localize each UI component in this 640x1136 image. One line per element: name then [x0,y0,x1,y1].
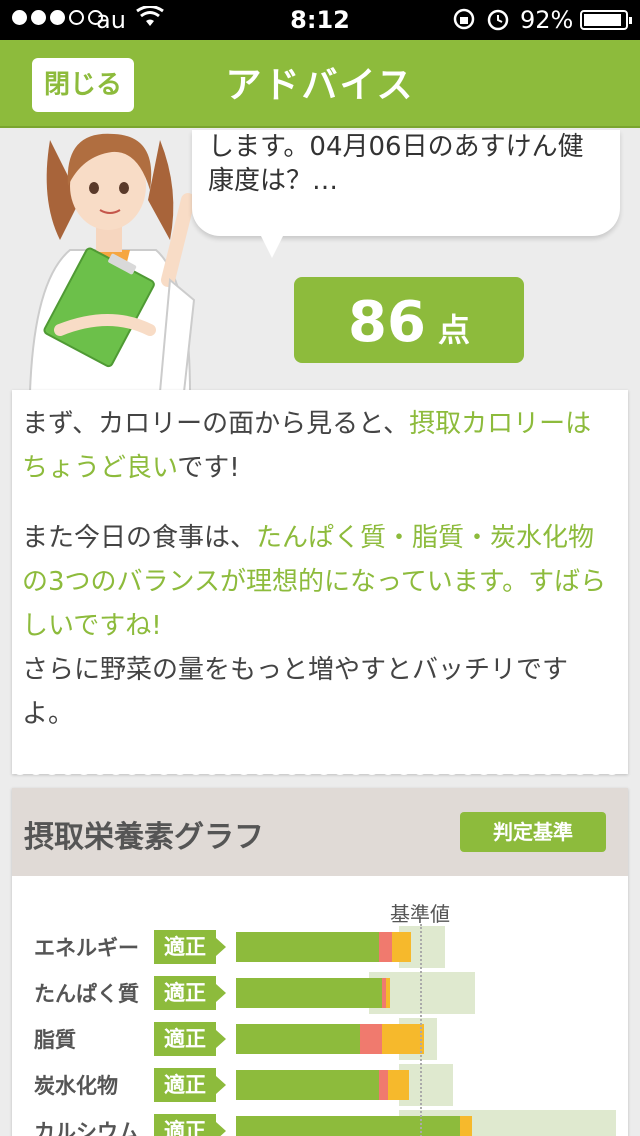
status-bar: au 8:12 92% [0,0,640,40]
nutrient-bar-track [236,1110,616,1136]
navigation-bar: 閉じる アドバイス [0,40,640,128]
advice-card-bottom-edge [12,770,628,775]
excess-bar-orange [460,1116,472,1136]
score-unit: 点 [437,311,470,349]
score-badge: 86 点 [294,277,524,363]
reference-label: 基準値 [390,902,450,926]
nutrient-label: エネルギー [34,936,139,960]
intake-bar [236,932,379,962]
status-badge: 適正 [154,1114,226,1136]
status-badge: 適正 [154,976,226,1010]
nutrient-label: たんぱく質 [34,982,139,1006]
excess-bar-orange [388,1070,409,1100]
lock-rotation-icon [453,8,509,31]
graph-header: 摂取栄養素グラフ 判定基準 [12,788,628,876]
page-title: アドバイス [225,65,415,106]
advice-text: また今日の食事は、 [22,523,257,553]
intake-bar [236,1070,379,1100]
speech-bubble: します。04月06日のあすけん健 康度は？… [192,130,620,236]
excess-bar-orange [382,1024,425,1054]
status-badge: 適正 [154,1068,226,1102]
nutrient-row: 脂質 適正 [12,1018,628,1060]
excess-bar-red [378,1070,388,1100]
intake-bar [236,978,383,1008]
nutritionist-illustration [28,133,196,392]
excess-bar-red [378,932,392,962]
nutrient-label: カルシウム [34,1120,139,1136]
nutrient-graph-card: 摂取栄養素グラフ 判定基準 基準値 エネルギー 適正 たんぱく質 適正 脂質 適正 炭水化物… [12,788,628,1136]
nutrient-label: 脂質 [34,1028,76,1052]
graph-title: 摂取栄養素グラフ [24,820,264,855]
battery-icon [580,10,632,30]
excess-bar-orange [391,932,411,962]
nutrient-bar-track [236,1018,616,1060]
excess-bar-orange [386,978,390,1008]
advice-paragraph-balance: また今日の食事は、たんぱく質・脂質・炭水化物の3つのバランスが理想的になっていま… [22,516,614,648]
bubble-line-1: します。04月06日のあすけん健 [208,132,584,162]
advice-card: まず、カロリーの面から見ると、摂取カロリーはちょうど良いです! また今日の食事は… [12,390,628,774]
nutrient-row: エネルギー 適正 [12,926,628,968]
bubble-line-2: 康度は？… [208,166,339,196]
intake-bar [236,1024,360,1054]
score-value: 86 [348,290,426,355]
nutrient-bar-track [236,926,616,968]
intake-bar [236,1116,461,1136]
advice-paragraph-calorie: まず、カロリーの面から見ると、摂取カロリーはちょうど良いです! [22,402,614,490]
nutrient-bar-track [236,972,616,1014]
nutrient-row: 炭水化物 適正 [12,1064,628,1106]
advice-text: まず、カロリーの面から見ると、 [22,409,410,439]
advice-text: です! [177,453,240,483]
criteria-button[interactable]: 判定基準 [460,812,606,852]
nutrient-row: カルシウム 適正 [12,1110,628,1136]
advisor-area: します。04月06日のあすけん健 康度は？… 86 点 [0,130,640,392]
nutrient-label: 炭水化物 [34,1074,118,1098]
status-badge: 適正 [154,1022,226,1056]
nutrient-bar-track [236,1064,616,1106]
status-badge: 適正 [154,930,226,964]
excess-bar-red [359,1024,383,1054]
speech-bubble-tail [258,230,286,258]
battery-percent: 92% [520,6,574,34]
reference-line [420,924,422,1136]
nutrient-row: たんぱく質 適正 [12,972,628,1014]
advice-paragraph-vegetables: さらに野菜の量をもっと増やすとバッチリですよ。 [22,655,569,729]
